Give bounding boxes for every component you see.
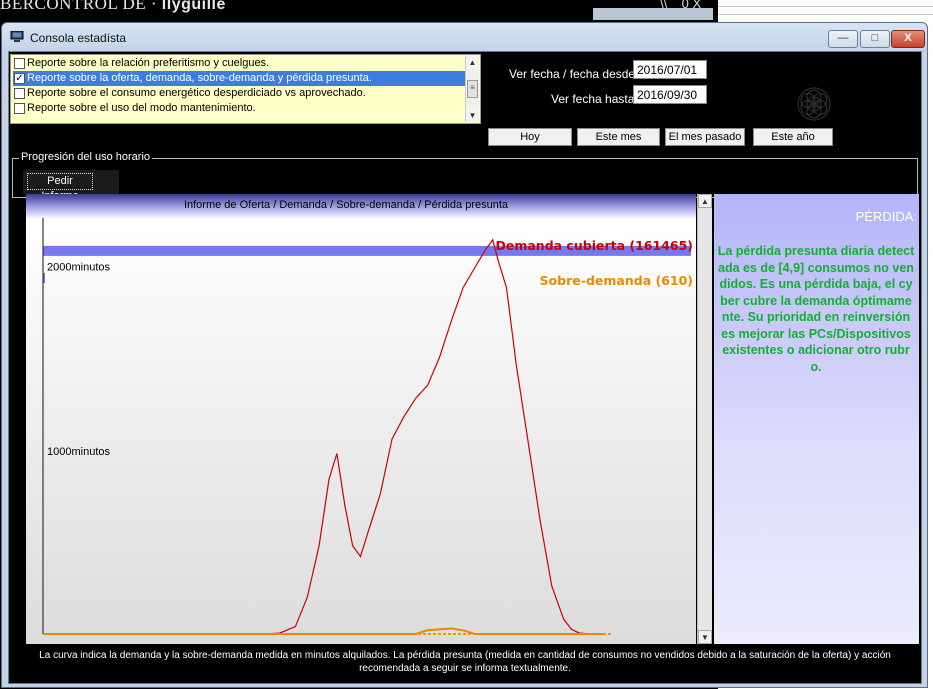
report-checkbox[interactable] <box>14 58 25 69</box>
x-tick-label: 13:40 <box>365 643 393 644</box>
report-item-label: Reporte sobre la oferta, demanda, sobre-… <box>27 72 372 84</box>
scroll-up-arrow-icon[interactable]: ▲ <box>698 194 712 208</box>
loss-panel: PÉRDIDA: La pérdida presunta diaria dete… <box>714 194 919 644</box>
report-item[interactable]: Reporte sobre el uso del modo mantenimie… <box>13 101 465 116</box>
este-mes-button[interactable]: Este mes <box>577 128 660 146</box>
to-date-label: Ver fecha hasta <box>551 92 635 106</box>
chart-title: Informe de Oferta / Demanda / Sobre-dema… <box>184 199 509 211</box>
maximize-button[interactable]: □ <box>860 30 890 48</box>
chart-scrollbar[interactable]: ▲ ▼ <box>697 194 712 644</box>
close-button[interactable]: X <box>891 30 925 48</box>
x-tick-label: 20:20 <box>533 643 561 644</box>
scroll-down-arrow-icon[interactable]: ▼ <box>466 109 479 122</box>
group-label: Progresión del uso horario <box>19 151 153 163</box>
y-tick-label: 2000minutos <box>47 262 110 274</box>
x-tick-label: 12:20 <box>332 643 360 644</box>
window-titlebar: Consola estadísta — □ X <box>2 23 927 51</box>
consola-estadista-window: Consola estadísta — □ X Reporte sobre la… <box>1 22 928 688</box>
report-item-label: Reporte sobre el uso del modo mantenimie… <box>27 102 256 114</box>
report-item-label: Reporte sobre el consumo energético desp… <box>27 87 366 99</box>
x-tick-label: 16:20 <box>432 643 460 644</box>
from-date-field[interactable] <box>633 60 707 79</box>
x-tick-label: 23:00 <box>600 643 628 644</box>
report-list-scrollbar[interactable]: ▲ ≡ ▼ <box>465 56 479 122</box>
x-tick-label: 05:40 <box>164 643 192 644</box>
mes-pasado-button[interactable]: El mes pasado <box>665 128 745 146</box>
x-tick-label: 04:20 <box>131 643 159 644</box>
demand-chart: Informe de Oferta / Demanda / Sobre-dema… <box>26 194 696 644</box>
window-client-area: Reporte sobre la relación preferitismo y… <box>8 51 922 684</box>
minimize-button[interactable]: — <box>828 30 858 48</box>
x-tick-label: 19:00 <box>499 643 527 644</box>
y-tick-label: 1000minutos <box>47 446 110 458</box>
report-item-label: Reporte sobre la relación preferitismo y… <box>27 57 270 69</box>
pedir-informe-button[interactable]: Pedir Informe <box>27 173 93 202</box>
report-item[interactable]: Reporte sobre la relación preferitismo y… <box>13 56 465 71</box>
este-anio-button[interactable]: Este año <box>753 128 833 146</box>
chart-panel: Informe de Oferta / Demanda / Sobre-dema… <box>26 194 696 644</box>
x-tick-label: 03:00 <box>97 643 125 644</box>
loss-panel-title: PÉRDIDA: <box>855 209 917 224</box>
footer-note: La curva indica la demanda y la sobre-de… <box>39 650 891 674</box>
background-toolbar-strip <box>593 8 713 20</box>
x-tick-label: 09:40 <box>265 643 293 644</box>
progresion-group-frame: Progresión del uso horario <box>12 151 918 198</box>
report-checkbox-checked[interactable]: ✓ <box>14 73 25 84</box>
monitor-icon <box>10 31 24 42</box>
x-tick-label: 07:00 <box>198 643 226 644</box>
to-date-field[interactable] <box>633 85 707 104</box>
from-date-label: Ver fecha / fecha desde <box>509 67 636 81</box>
report-checkbox[interactable] <box>14 103 25 114</box>
window-title: Consola estadísta <box>30 31 127 45</box>
scroll-thumb[interactable]: ≡ <box>467 80 478 98</box>
scroll-up-arrow-icon[interactable]: ▲ <box>466 56 479 69</box>
x-tick-label: 08:20 <box>231 643 259 644</box>
x-tick-label: 17:40 <box>466 643 494 644</box>
report-item[interactable]: Reporte sobre el consumo energético desp… <box>13 86 465 101</box>
x-tick-label: 15:00 <box>399 643 427 644</box>
report-list[interactable]: Reporte sobre la relación preferitismo y… <box>10 54 481 124</box>
legend-demanda-cubierta: Demanda cubierta (161465) <box>495 238 693 253</box>
x-tick-label: 21:40 <box>566 643 594 644</box>
x-tick-label: 11:00 <box>298 643 325 644</box>
report-checkbox[interactable] <box>14 88 25 99</box>
flower-logo-icon <box>797 87 831 121</box>
x-tick-label: 00:20 <box>30 643 58 644</box>
loss-panel-text: La pérdida presunta diaria detectada es … <box>717 244 915 374</box>
x-tick-label: 01:40 <box>64 643 92 644</box>
scroll-down-arrow-icon[interactable]: ▼ <box>698 630 712 644</box>
legend-sobre-demanda: Sobre-demanda (610) <box>540 273 693 288</box>
report-item-selected[interactable]: ✓ Reporte sobre la oferta, demanda, sobr… <box>13 71 465 86</box>
hoy-button[interactable]: Hoy <box>488 128 572 146</box>
background-app-title: BERCONTROL DE · llyguille <box>0 0 226 13</box>
